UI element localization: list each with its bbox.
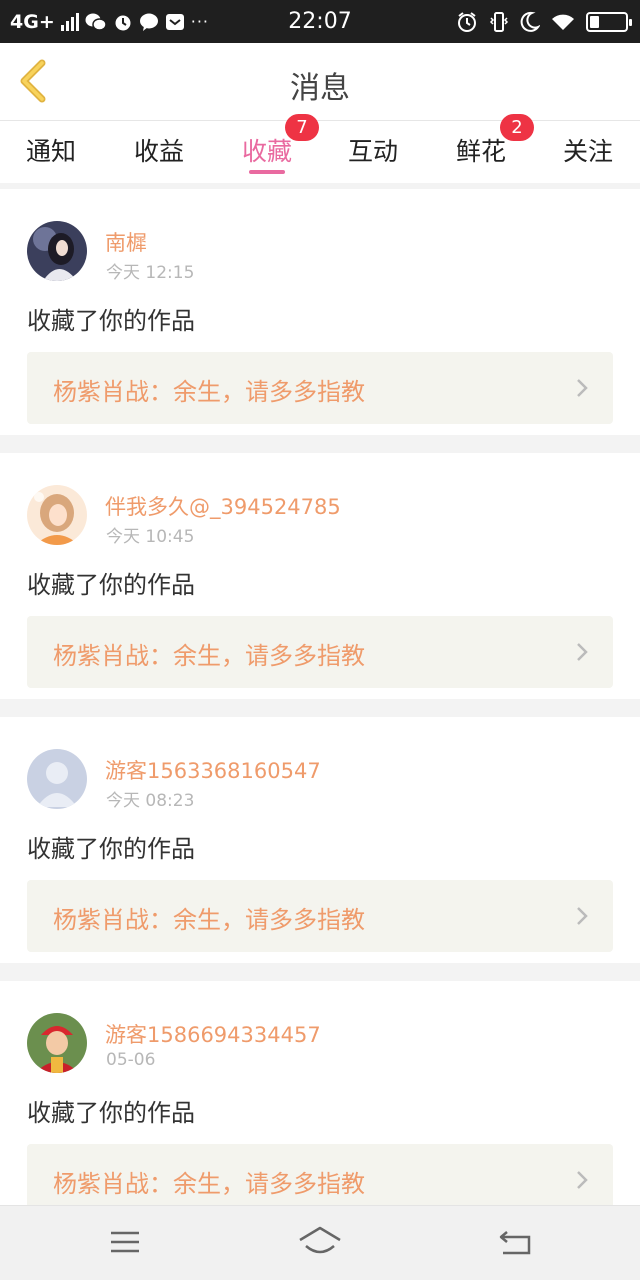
tab-active-indicator [249, 170, 285, 174]
chevron-right-icon [577, 379, 588, 397]
work-title: 杨紫肖战：余生，请多多指教 [53, 378, 365, 406]
work-title: 杨紫肖战：余生，请多多指教 [53, 642, 365, 670]
work-link[interactable]: 杨紫肖战：余生，请多多指教 [27, 616, 613, 688]
avatar[interactable] [27, 221, 87, 281]
username[interactable]: 伴我多久@_394524785 [105, 491, 341, 521]
message-list: 南樨 今天 12:15 收藏了你的作品 杨紫肖战：余生，请多多指教 伴我多久@_… [0, 183, 640, 1205]
action-text: 收藏了你的作品 [27, 835, 195, 863]
work-link[interactable]: 杨紫肖战：余生，请多多指教 [27, 880, 613, 952]
work-title: 杨紫肖战：余生，请多多指教 [53, 906, 365, 934]
menu-icon[interactable] [103, 1224, 147, 1260]
tab-earnings[interactable]: 收益 [104, 121, 214, 183]
tab-label: 互动 [347, 137, 398, 166]
chevron-right-icon [577, 907, 588, 925]
list-item: 游客1563368160547 今天 08:23 收藏了你的作品 杨紫肖战：余生… [0, 717, 640, 963]
avatar[interactable] [27, 749, 87, 809]
list-item: 游客1586694334457 05-06 收藏了你的作品 杨紫肖战：余生，请多… [0, 981, 640, 1205]
action-text: 收藏了你的作品 [27, 1099, 195, 1127]
alarm-icon [458, 11, 476, 32]
action-text: 收藏了你的作品 [27, 571, 195, 599]
moon-icon [520, 11, 540, 32]
chevron-right-icon [577, 1171, 588, 1189]
timestamp: 今天 10:45 [106, 527, 195, 547]
username[interactable]: 游客1586694334457 [105, 1019, 321, 1049]
tab-label: 收益 [133, 137, 184, 166]
header: 消息 [0, 43, 640, 121]
tab-label: 鲜花 [455, 137, 506, 166]
tab-label: 关注 [562, 137, 613, 166]
work-link[interactable]: 杨紫肖战：余生，请多多指教 [27, 352, 613, 424]
home-icon[interactable] [298, 1224, 342, 1260]
tab-notifications[interactable]: 通知 [0, 121, 106, 183]
battery-icon [586, 11, 632, 32]
timestamp: 今天 08:23 [106, 791, 195, 811]
status-bar: 4G+ ··· 22:07 [0, 0, 640, 43]
list-item: 南樨 今天 12:15 收藏了你的作品 杨紫肖战：余生，请多多指教 [0, 189, 640, 435]
tab-favorites[interactable]: 收藏 7 [212, 114, 322, 183]
vibrate-icon [489, 11, 509, 32]
tab-following[interactable]: 关注 [533, 121, 640, 183]
username[interactable]: 南樨 [105, 227, 147, 257]
tab-flowers[interactable]: 鲜花 2 [426, 114, 536, 183]
tab-interactions[interactable]: 互动 [318, 121, 428, 183]
battery-level [590, 15, 599, 28]
work-link[interactable]: 杨紫肖战：余生，请多多指教 [27, 1144, 613, 1205]
avatar[interactable] [27, 1013, 87, 1073]
tab-label: 收藏 [241, 137, 292, 166]
action-text: 收藏了你的作品 [27, 307, 195, 335]
timestamp: 今天 12:15 [106, 263, 195, 283]
tab-bar: 通知 收益 收藏 7 互动 鲜花 2 关注 [0, 114, 640, 183]
back-icon[interactable] [493, 1224, 537, 1260]
tab-label: 通知 [25, 137, 76, 166]
work-title: 杨紫肖战：余生，请多多指教 [53, 1170, 365, 1198]
system-nav-bar [0, 1205, 640, 1280]
page-title: 消息 [290, 71, 350, 106]
tab-badge: 2 [500, 114, 534, 141]
status-right [456, 0, 632, 43]
list-item: 伴我多久@_394524785 今天 10:45 收藏了你的作品 杨紫肖战：余生… [0, 453, 640, 699]
tab-badge: 7 [285, 114, 319, 141]
username[interactable]: 游客1563368160547 [105, 755, 321, 785]
chevron-right-icon [577, 643, 588, 661]
avatar[interactable] [27, 485, 87, 545]
wifi-icon [552, 14, 574, 30]
timestamp: 05-06 [106, 1050, 156, 1070]
